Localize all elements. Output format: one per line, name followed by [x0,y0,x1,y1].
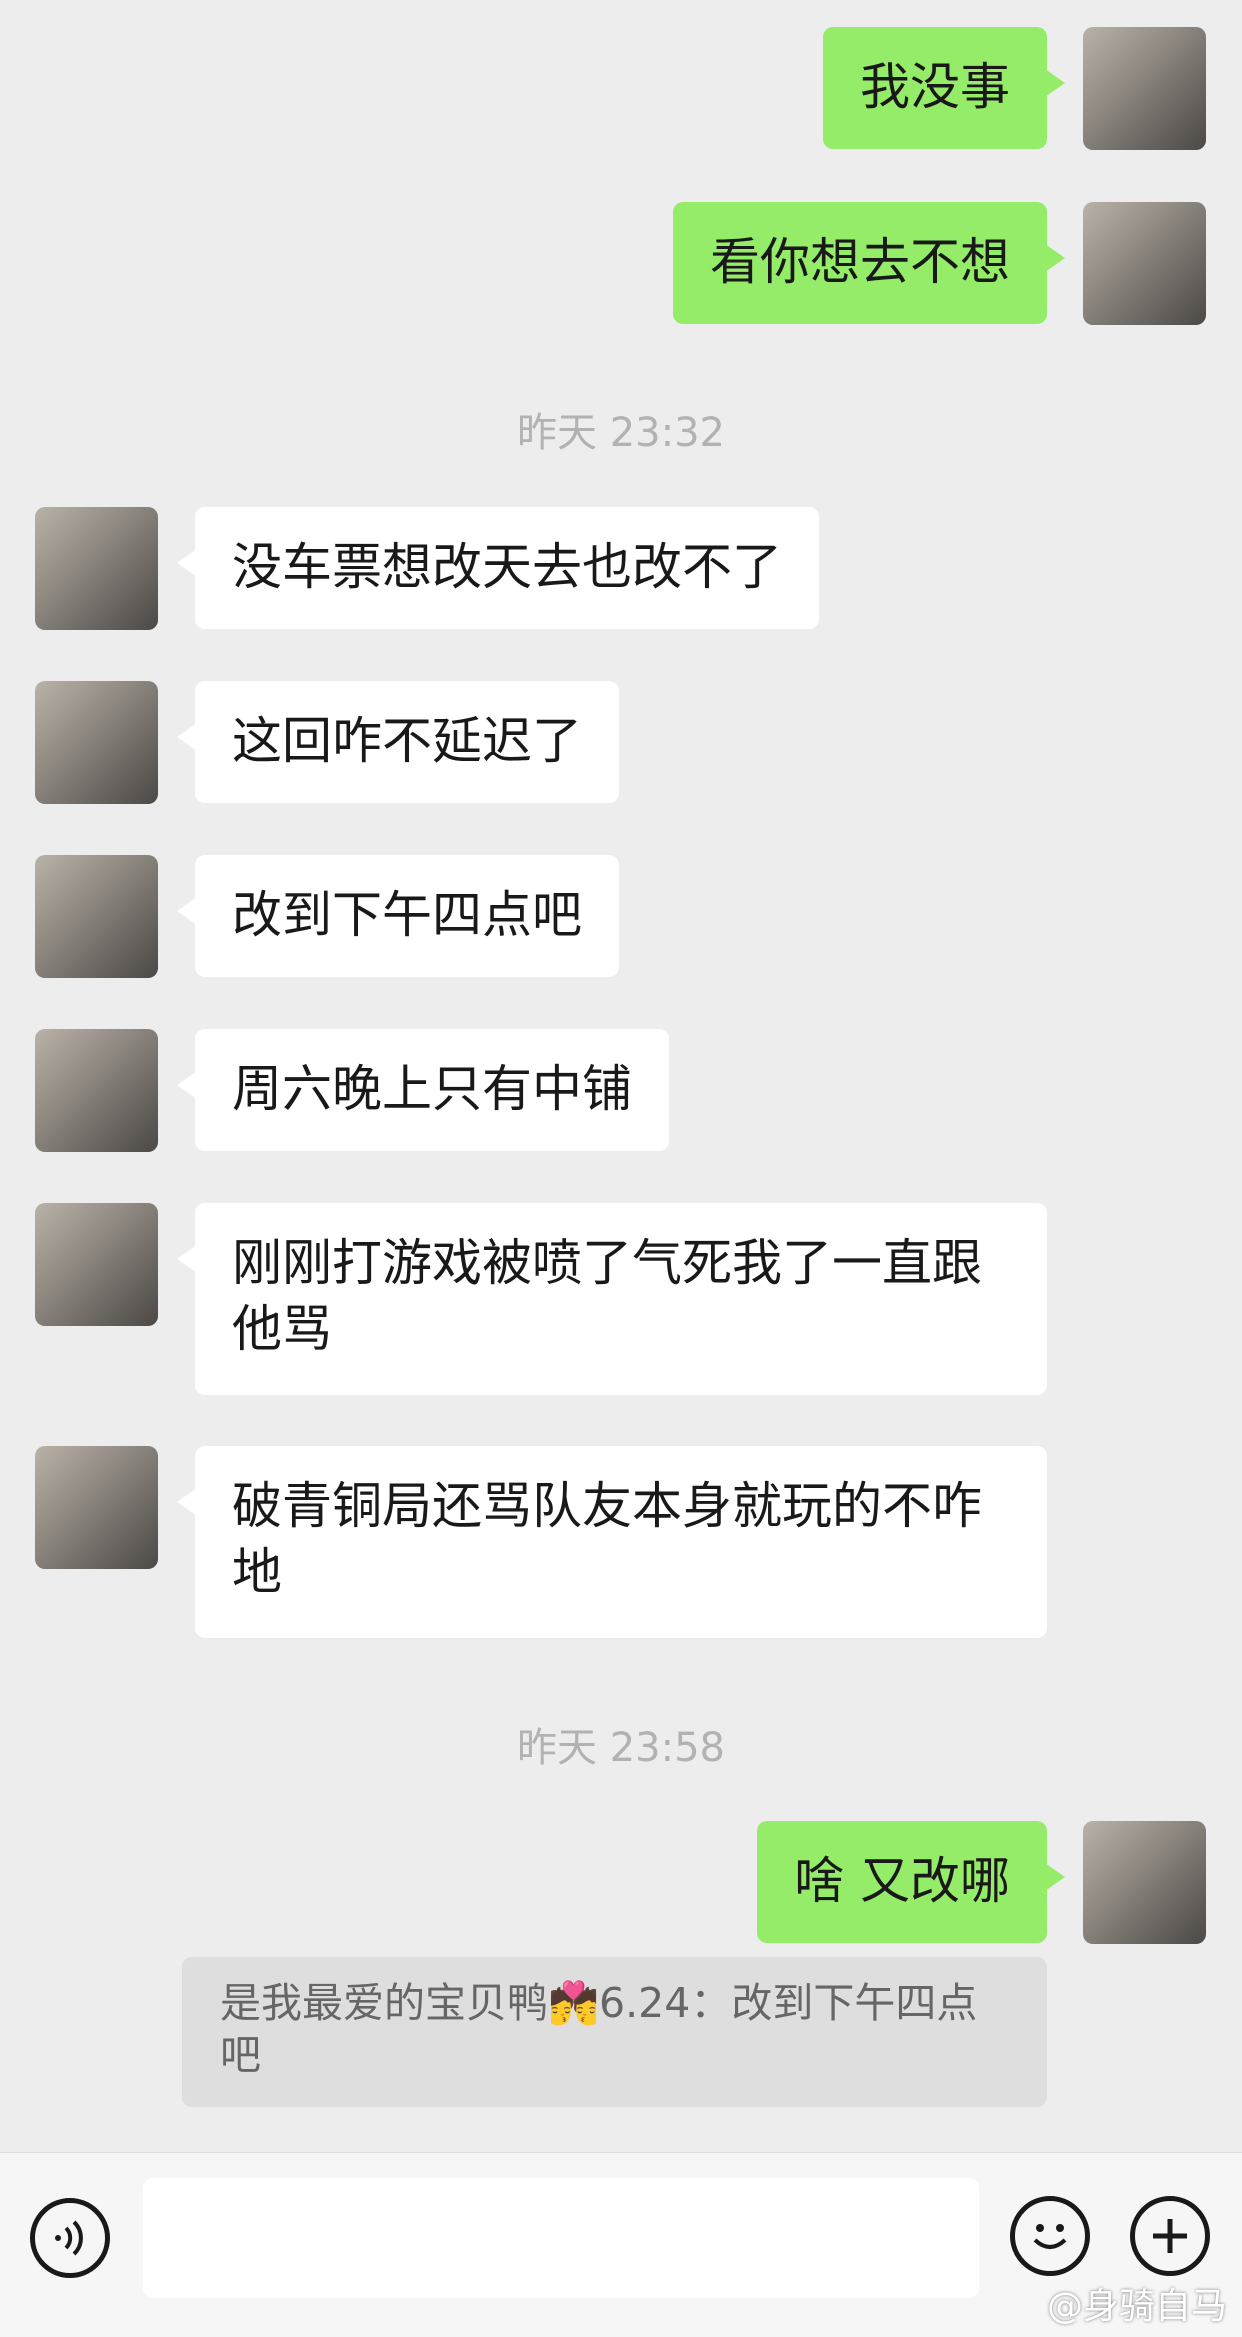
message-row-incoming: 没车票想改天去也改不了 [0,507,1242,637]
message-bubble-incoming[interactable]: 没车票想改天去也改不了 [177,507,819,629]
my-avatar[interactable] [1083,1821,1206,1944]
my-avatar[interactable] [1083,27,1206,150]
contact-avatar[interactable] [35,1203,158,1326]
my-avatar[interactable] [1083,202,1206,325]
message-row-outgoing: 啥 又改哪 [0,1821,1242,1951]
plus-icon[interactable] [1130,2196,1210,2276]
message-bubble-incoming[interactable]: 改到下午四点吧 [177,855,619,977]
message-bubble-incoming[interactable]: 周六晚上只有中铺 [177,1029,669,1151]
message-row-incoming: 周六晚上只有中铺 [0,1029,1242,1159]
emoji-icon[interactable] [1010,2196,1090,2276]
message-input[interactable] [143,2178,979,2298]
message-row-outgoing: 看你想去不想 [0,200,1242,330]
contact-avatar[interactable] [35,507,158,630]
quoted-message-text: 是我最爱的宝贝鸭💏6.24：改到下午四点吧 [220,1979,978,2079]
message-text: 看你想去不想 [710,233,1010,291]
message-row-incoming: 这回咋不延迟了 [0,681,1242,811]
contact-avatar[interactable] [35,1446,158,1569]
message-text: 刚刚打游戏被喷了气死我了一直跟他骂 [232,1234,982,1358]
message-bubble-incoming[interactable]: 刚刚打游戏被喷了气死我了一直跟他骂 [177,1203,1047,1395]
timestamp: 昨天 23:58 [517,1725,725,1771]
contact-avatar[interactable] [35,855,158,978]
message-row-incoming: 刚刚打游戏被喷了气死我了一直跟他骂 [0,1203,1242,1403]
message-text: 啥 又改哪 [794,1852,1010,1910]
chat-area: 我没事 看你想去不想 昨天 23:32 没车票想改天去也改不了 这回咋不延迟了 … [0,0,1242,2150]
message-text: 改到下午四点吧 [232,886,582,944]
message-bubble-incoming[interactable]: 这回咋不延迟了 [177,681,619,803]
input-bar: @身骑自马 [0,2152,1242,2337]
contact-avatar[interactable] [35,1029,158,1152]
message-text: 这回咋不延迟了 [232,712,582,770]
message-text: 没车票想改天去也改不了 [232,538,782,596]
message-row-incoming: 破青铜局还骂队友本身就玩的不咋地 [0,1446,1242,1646]
message-bubble-outgoing[interactable]: 我没事 [823,27,1065,149]
message-text: 我没事 [860,58,1010,116]
message-row-incoming: 改到下午四点吧 [0,855,1242,985]
watermark: @身骑自马 [1046,2286,1227,2327]
emoji-icon [1033,2224,1067,2249]
message-row-outgoing: 我没事 [0,25,1242,155]
message-text: 周六晚上只有中铺 [232,1060,632,1118]
message-text: 破青铜局还骂队友本身就玩的不咋地 [232,1477,982,1601]
message-bubble-incoming[interactable]: 破青铜局还骂队友本身就玩的不咋地 [177,1446,1047,1638]
voice-icon [55,2220,83,2256]
voice-icon[interactable] [30,2198,110,2278]
plus-icon [1153,2219,1187,2253]
message-bubble-outgoing[interactable]: 看你想去不想 [673,202,1065,324]
timestamp: 昨天 23:32 [517,410,725,456]
quoted-message[interactable]: 是我最爱的宝贝鸭💏6.24：改到下午四点吧 [182,1957,1047,2107]
message-bubble-outgoing[interactable]: 啥 又改哪 [757,1821,1065,1943]
contact-avatar[interactable] [35,681,158,804]
